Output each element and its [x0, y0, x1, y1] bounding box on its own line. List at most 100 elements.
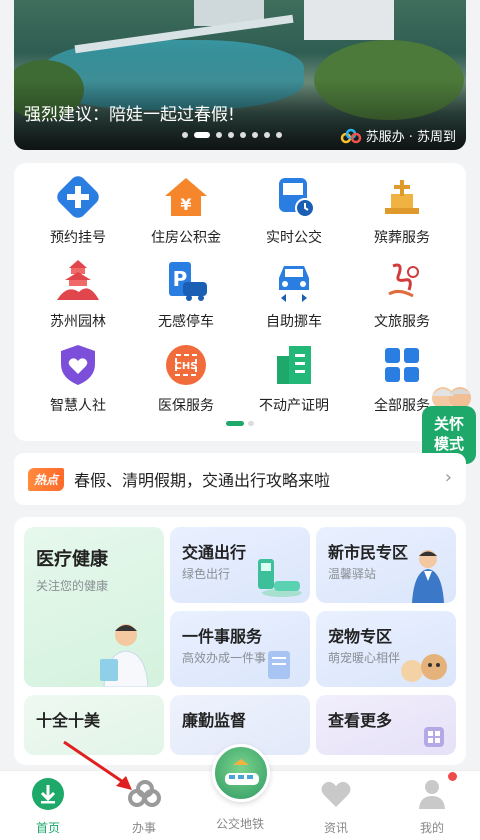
tile-new-citizen[interactable]: 新市民专区 温馨驿站 [316, 527, 456, 603]
services-pager[interactable] [226, 421, 254, 426]
banner-dot[interactable] [228, 132, 234, 138]
notification-dot [448, 772, 457, 781]
hot-badge: 热点 [28, 467, 65, 491]
service-label: 自助挪车 [266, 314, 322, 330]
service-culture-tourism[interactable]: 文旅服务 [352, 257, 452, 331]
service-real-estate[interactable]: 不动产证明 [244, 341, 344, 415]
service-social-security[interactable]: 智慧人社 [28, 341, 128, 415]
category-section: 医疗健康 关注您的健康 交通出行 绿色出行 新市民专区 温馨驿站 一件事服务 高… [14, 517, 466, 765]
house-yuan-icon: ¥ [162, 173, 210, 221]
tile-health[interactable]: 医疗健康 关注您的健康 [24, 527, 164, 687]
service-realtime-bus[interactable]: 实时公交 [244, 173, 344, 247]
pager-dot-active[interactable] [226, 421, 244, 426]
hot-news-text: 春假、清明假期，交通出行攻略来啦 [74, 471, 331, 490]
memorial-icon [378, 173, 426, 221]
service-label: 无感停车 [158, 314, 214, 330]
service-move-car[interactable]: 自助挪车 [244, 257, 344, 331]
banner-brand-text: 苏服办 · 苏周到 [365, 130, 456, 145]
tile-transport[interactable]: 交通出行 绿色出行 [170, 527, 310, 603]
svg-text:CHS: CHS [175, 361, 198, 372]
care-mode-label-1: 关怀 [433, 415, 464, 433]
banner-pagination[interactable] [182, 132, 282, 138]
services-grid: 预约挂号 ¥ 住房公积金 实时公交 殡葬服务 苏州园林 P 无感停车 自助挪车 … [14, 163, 466, 441]
service-label: 殡葬服务 [374, 230, 430, 246]
pagoda-icon [54, 257, 102, 305]
chs-icon: CHS [162, 341, 210, 389]
person-icon [419, 780, 445, 809]
care-mode-button[interactable]: 关怀 模式 [422, 380, 476, 464]
businessman-icon [412, 550, 444, 603]
tab-label: 公交地铁 [215, 817, 264, 831]
service-label: 不动产证明 [259, 398, 329, 414]
tile-title: 一件事服务 [182, 627, 263, 646]
tile-title: 新市民专区 [328, 543, 409, 562]
tab-news[interactable]: 资讯 [288, 777, 384, 836]
tile-more[interactable]: 查看更多 [316, 695, 456, 755]
tile-subtitle: 温馨驿站 [328, 567, 377, 581]
service-label: 实时公交 [266, 230, 322, 246]
tile-one-thing[interactable]: 一件事服务 高效办成一件事 [170, 611, 310, 687]
banner-dot[interactable] [252, 132, 258, 138]
service-appointment[interactable]: 预约挂号 [28, 173, 128, 247]
service-medical-insurance[interactable]: CHS 医保服务 [136, 341, 236, 415]
top-banner[interactable]: 强烈建议：陪娃一起过春假! 苏服办 · 苏周到 [14, 0, 466, 150]
doctor-icon [100, 624, 149, 687]
banner-building [304, 0, 394, 40]
annotation-arrow [63, 740, 132, 790]
service-label: 医保服务 [158, 398, 214, 414]
tile-title: 十全十美 [36, 711, 101, 730]
banner-dot[interactable] [276, 132, 282, 138]
banner-dot[interactable] [182, 132, 188, 138]
hot-news-bar[interactable]: 热点 春假、清明假期，交通出行攻略来啦 › [14, 453, 466, 505]
building-icon [270, 341, 318, 389]
tab-label: 资讯 [323, 821, 348, 835]
tab-label: 首页 [35, 821, 60, 835]
culture-icon [378, 257, 426, 305]
banner-dot[interactable] [240, 132, 246, 138]
svg-text:¥: ¥ [180, 195, 191, 214]
pets-icon [401, 654, 447, 682]
tab-profile[interactable]: 我的 [384, 777, 480, 836]
pager-dot[interactable] [248, 421, 254, 426]
tile-title: 廉勤监督 [182, 711, 247, 730]
brand-logo-icon [340, 128, 361, 143]
bus-clock-icon [270, 173, 318, 221]
car-move-icon [270, 257, 318, 305]
medical-cross-icon [54, 173, 102, 221]
tile-subtitle: 绿色出行 [182, 567, 231, 581]
tile-title: 查看更多 [328, 711, 393, 730]
more-grid-icon [424, 727, 444, 747]
tile-title: 宠物专区 [328, 627, 393, 646]
banner-brand: 苏服办 · 苏周到 [340, 126, 456, 145]
tile-title: 交通出行 [182, 543, 247, 562]
service-parking[interactable]: P 无感停车 [136, 257, 236, 331]
service-funeral[interactable]: 殡葬服务 [352, 173, 452, 247]
transit-fab-button[interactable] [212, 744, 270, 802]
banner-title: 强烈建议：陪娃一起过春假! [24, 105, 235, 125]
parking-icon: P [162, 257, 210, 305]
tile-subtitle: 萌宠暖心相伴 [328, 651, 401, 665]
document-icon [268, 651, 290, 679]
tile-subtitle: 关注您的健康 [36, 579, 109, 593]
service-label: 智慧人社 [50, 398, 106, 414]
banner-dot[interactable] [216, 132, 222, 138]
service-label: 预约挂号 [50, 230, 106, 246]
banner-dot-active[interactable] [194, 132, 210, 138]
chevron-right-icon: › [444, 467, 452, 488]
service-housing-fund[interactable]: ¥ 住房公积金 [136, 173, 236, 247]
care-mode-label-2: 模式 [433, 435, 464, 453]
grid-icon [378, 341, 426, 389]
tile-subtitle: 高效办成一件事 [182, 651, 267, 665]
tab-label: 办事 [131, 821, 156, 835]
train-icon [225, 759, 259, 785]
shield-heart-icon [54, 341, 102, 389]
banner-dot[interactable] [264, 132, 270, 138]
tile-pet[interactable]: 宠物专区 萌宠暖心相伴 [316, 611, 456, 687]
charging-station-icon [258, 559, 302, 597]
tab-label: 我的 [419, 821, 444, 835]
service-label: 住房公积金 [151, 230, 221, 246]
tile-title: 医疗健康 [36, 549, 108, 570]
service-label: 苏州园林 [50, 314, 106, 330]
service-suzhou-gardens[interactable]: 苏州园林 [28, 257, 128, 331]
heart-icon [321, 781, 351, 807]
